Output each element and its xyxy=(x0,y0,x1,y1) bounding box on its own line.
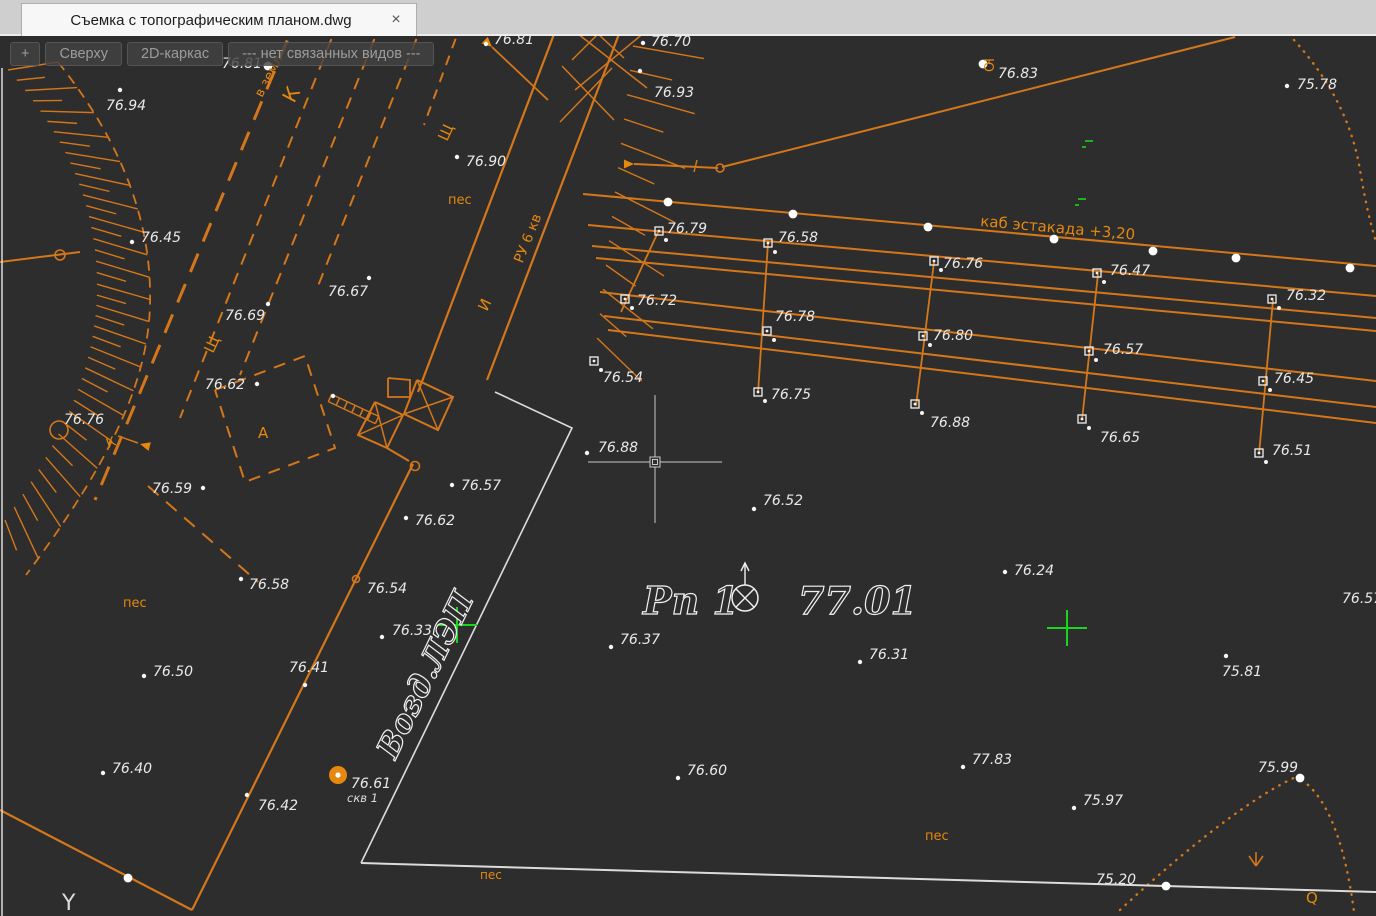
elevation-label: 76.51 xyxy=(1272,443,1312,459)
viewport-expand-button[interactable]: + xyxy=(10,42,40,66)
elevation-label: 76.45 xyxy=(141,230,181,246)
elevation-label: 76.79 xyxy=(667,221,707,237)
map-annotation: А xyxy=(258,424,269,442)
elevation-label: 76.24 xyxy=(1014,563,1054,579)
elevation-label: 75.81 xyxy=(1222,664,1262,680)
elevation-label: 76.76 xyxy=(64,412,104,428)
elevation-label: 76.57 xyxy=(1103,342,1143,358)
elevation-label: 76.62 xyxy=(205,377,245,393)
elevation-label: 76.54 xyxy=(367,581,407,597)
elevation-label: 76.52 xyxy=(763,493,803,509)
elevation-label: 76.69 xyxy=(225,308,265,324)
cad-window: в землКЩЩИАРУ 6 квкаб эстакада +3,20песп… xyxy=(0,0,1376,916)
elevation-label: 77.83 xyxy=(972,752,1012,768)
elevation-label: 76.60 xyxy=(687,763,727,779)
map-annotation: пес xyxy=(123,596,147,611)
elevation-label: 76.50 xyxy=(153,664,193,680)
elevation-label: 76.90 xyxy=(466,154,506,170)
map-annotation: скв 1 xyxy=(347,791,378,805)
elevation-label: 75.97 xyxy=(1083,793,1123,809)
map-annotation: Y xyxy=(61,891,76,916)
map-annotation: пес xyxy=(925,829,949,844)
drawing-tab[interactable]: Съемка с топографическим планом.dwg × xyxy=(21,3,417,36)
elevation-label: 76.40 xyxy=(112,761,152,777)
elevation-label: 76.76 xyxy=(943,256,983,272)
benchmark-label: Рп 1 xyxy=(642,578,739,623)
elevation-label: 75.20 xyxy=(1096,872,1136,888)
elevation-label: 76.37 xyxy=(620,632,660,648)
elevation-label: 76.58 xyxy=(249,577,289,593)
close-icon[interactable]: × xyxy=(386,10,406,30)
map-annotation: Q xyxy=(1306,889,1318,907)
benchmark-label: 77.01 xyxy=(798,578,917,623)
elevation-label: 76.32 xyxy=(1286,288,1326,304)
elevation-label: 76.70 xyxy=(651,34,691,50)
elevation-label: 75.78 xyxy=(1297,77,1337,93)
elevation-label: 76.54 xyxy=(603,370,643,386)
viewport-controls: + Сверху 2D-каркас --- нет связанных вид… xyxy=(10,42,434,66)
elevation-label: 76.59 xyxy=(152,481,192,497)
viewport-view-button[interactable]: Сверху xyxy=(45,42,121,66)
elevation-label: 76.61 xyxy=(351,776,391,792)
elevation-label: 76.88 xyxy=(598,440,638,456)
tab-bar: Съемка с топографическим планом.dwg × xyxy=(0,0,1376,36)
elevation-label: 76.88 xyxy=(930,415,970,431)
elevation-label: 76.78 xyxy=(775,309,815,325)
tab-title: Съемка с топографическим планом.dwg xyxy=(36,12,386,29)
elevation-label: 76.31 xyxy=(869,647,909,663)
elevation-label: 76.58 xyxy=(778,230,818,246)
viewport-linked-views-button[interactable]: --- нет связанных видов --- xyxy=(228,42,434,66)
viewport-visual-style-button[interactable]: 2D-каркас xyxy=(127,42,223,66)
drawing-viewport[interactable]: в землКЩЩИАРУ 6 квкаб эстакада +3,20песп… xyxy=(0,0,1376,916)
elevation-label: 76.45 xyxy=(1274,371,1314,387)
elevation-label: 76.42 xyxy=(258,798,298,814)
map-annotation: Ю xyxy=(980,58,995,72)
elevation-label: 76.80 xyxy=(933,328,973,344)
elevation-label: 76.93 xyxy=(654,85,694,101)
elevation-label: 76.94 xyxy=(106,98,146,114)
elevation-label: 75.99 xyxy=(1258,760,1298,776)
elevation-label: 76.67 xyxy=(328,284,368,300)
elevation-label: 76.57 xyxy=(1342,591,1376,607)
elevation-label: 76.57 xyxy=(461,478,501,494)
map-annotation: пес xyxy=(448,193,472,208)
elevation-label: 76.75 xyxy=(771,387,811,403)
elevation-label: 76.41 xyxy=(289,660,329,676)
elevation-label: 76.65 xyxy=(1100,430,1140,446)
elevation-label: 76.47 xyxy=(1110,263,1150,279)
elevation-label: 76.72 xyxy=(637,293,677,309)
elevation-label: 76.62 xyxy=(415,513,455,529)
map-annotation: пес xyxy=(480,868,502,882)
elevation-label: 76.83 xyxy=(998,66,1038,82)
